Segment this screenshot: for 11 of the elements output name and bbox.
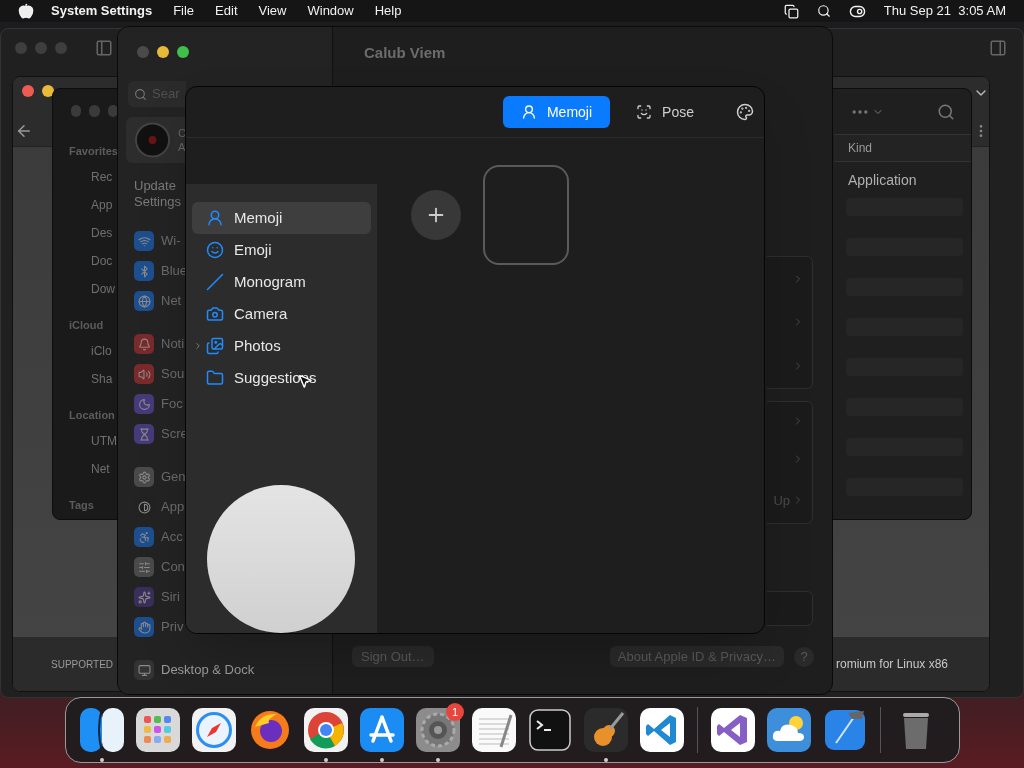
sidebar-heading: Favorites xyxy=(69,144,118,159)
footer-text: romium for Linux x86 xyxy=(836,656,949,673)
table-cell-text: Application xyxy=(848,170,917,190)
update-notice-text: Settings xyxy=(134,194,182,210)
sidebar-heading: Location xyxy=(69,408,116,423)
footer-text: SUPPORTED xyxy=(51,657,114,672)
window-title: Calub Viem xyxy=(364,43,446,63)
update-notice-text: Update xyxy=(134,178,177,194)
sidebar-heading: Tags xyxy=(69,498,95,513)
sidebar-heading: iCloud xyxy=(69,318,105,333)
notification-badge: 1 xyxy=(446,703,464,721)
